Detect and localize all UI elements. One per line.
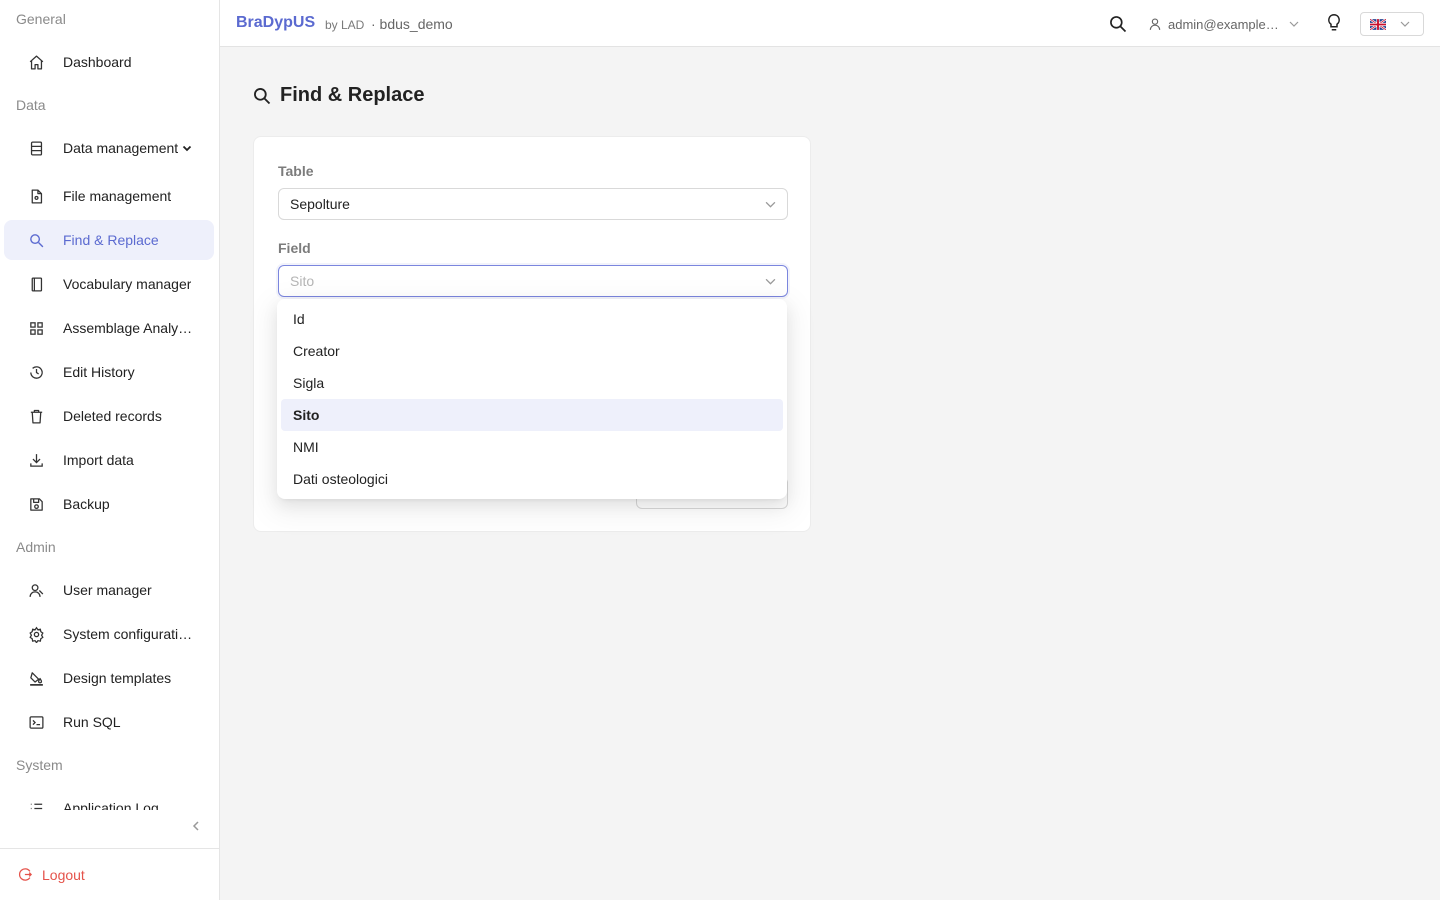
dropdown-option-dati-osteologici[interactable]: Dati osteologici <box>281 463 783 495</box>
sidebar-item-assemblage-analysis[interactable]: Assemblage Analy… <box>4 308 214 348</box>
chevron-left-icon <box>192 821 199 831</box>
field-select-placeholder: Sito <box>290 273 315 289</box>
search-icon <box>1110 16 1127 33</box>
sidebar-item-label: Data management <box>63 140 179 156</box>
user-manager-icon <box>26 580 46 600</box>
sidebar-item-label: Dashboard <box>63 54 132 70</box>
chevron-down-icon <box>182 143 192 153</box>
chevron-down-icon <box>765 278 776 285</box>
sidebar-item-label: User manager <box>63 582 152 598</box>
sidebar-item-find-replace[interactable]: Find & Replace <box>4 220 214 260</box>
table-label: Table <box>278 163 314 179</box>
top-header: BraDypUS by LAD · bdus_demo admin@exampl… <box>220 0 1440 47</box>
field-label: Field <box>278 240 311 256</box>
sidebar-item-label: File management <box>63 188 172 204</box>
sidebar-item-data-management[interactable]: Data management <box>4 128 214 168</box>
page-title-text: Find & Replace <box>280 84 425 106</box>
section-label-data: Data <box>16 97 46 113</box>
sidebar-item-dashboard[interactable]: Dashboard <box>4 42 214 82</box>
chevron-down-icon <box>765 201 776 208</box>
sidebar-item-label: Design templates <box>63 670 172 686</box>
user-menu[interactable]: admin@example… <box>1148 14 1299 34</box>
sidebar-item-label: Find & Replace <box>63 232 159 248</box>
sidebar-item-label: Vocabulary manager <box>63 276 192 292</box>
save-icon <box>26 494 46 514</box>
table-select-value: Sepolture <box>290 196 350 212</box>
home-icon <box>26 52 46 72</box>
dropdown-option-id[interactable]: Id <box>281 303 783 335</box>
grid-icon <box>26 318 46 338</box>
section-label-system: System <box>16 757 63 773</box>
section-label-admin: Admin <box>16 539 56 555</box>
page-title: Find & Replace <box>252 84 424 107</box>
dropdown-option-sigla[interactable]: Sigla <box>281 367 783 399</box>
search-icon <box>26 230 46 250</box>
sidebar-collapse-button[interactable] <box>186 816 206 836</box>
sidebar-item-deleted-records[interactable]: Deleted records <box>4 396 214 436</box>
sidebar-item-label: Edit History <box>63 364 135 380</box>
sidebar-item-run-sql[interactable]: Run SQL <box>4 702 214 742</box>
sidebar-item-label: Deleted records <box>63 408 162 424</box>
chevron-down-icon <box>1400 21 1410 27</box>
sidebar-scroll[interactable]: General Dashboard Data Data management F… <box>0 0 219 810</box>
dropdown-option-sito[interactable]: Sito <box>281 399 783 431</box>
sidebar-item-label: Backup <box>63 496 110 512</box>
search-icon <box>253 87 271 104</box>
sidebar-item-label: System configurati… <box>63 626 193 642</box>
paint-bucket-icon <box>26 668 46 688</box>
field-dropdown-menu: Id Creator Sigla Sito NMI Dati osteologi… <box>277 299 787 499</box>
sidebar-item-label: Run SQL <box>63 714 121 730</box>
list-icon <box>26 798 46 810</box>
uk-flag-icon <box>1370 18 1386 30</box>
user-name: admin@example… <box>1168 16 1279 32</box>
sidebar-item-vocabulary-manager[interactable]: Vocabulary manager <box>4 264 214 304</box>
trash-icon <box>26 406 46 426</box>
logout-label: Logout <box>42 866 85 883</box>
brand-byline: by LAD <box>325 18 365 32</box>
database-name: · bdus_demo <box>371 16 453 32</box>
logout-button[interactable]: Logout <box>0 848 219 900</box>
book-icon <box>26 274 46 294</box>
sidebar-item-import-data[interactable]: Import data <box>4 440 214 480</box>
sidebar-item-label: Import data <box>63 452 134 468</box>
database-icon <box>26 138 46 158</box>
sidebar-item-system-configuration[interactable]: System configurati… <box>4 614 214 654</box>
terminal-icon <box>26 712 46 732</box>
sidebar-item-design-templates[interactable]: Design templates <box>4 658 214 698</box>
logout-icon <box>19 868 33 881</box>
sidebar: General Dashboard Data Data management F… <box>0 0 220 900</box>
sidebar-item-application-log[interactable]: Application Log <box>4 788 214 810</box>
file-icon <box>26 186 46 206</box>
dropdown-option-creator[interactable]: Creator <box>281 335 783 367</box>
sidebar-item-label: Assemblage Analy… <box>63 320 193 336</box>
lightbulb-icon <box>1328 13 1340 31</box>
language-select[interactable] <box>1360 12 1424 36</box>
sidebar-item-label: Application Log <box>63 800 159 810</box>
field-select[interactable]: Sito <box>278 265 788 297</box>
clock-history-icon <box>26 362 46 382</box>
header-search-button[interactable] <box>1108 14 1128 34</box>
sidebar-item-backup[interactable]: Backup <box>4 484 214 524</box>
gear-icon <box>26 624 46 644</box>
app-brand[interactable]: BraDypUS <box>236 14 315 32</box>
chevron-down-icon <box>1289 21 1299 27</box>
user-icon <box>1149 18 1161 30</box>
download-icon <box>26 450 46 470</box>
table-select[interactable]: Sepolture <box>278 188 788 220</box>
sidebar-item-edit-history[interactable]: Edit History <box>4 352 214 392</box>
section-label-general: General <box>16 11 66 27</box>
sidebar-item-file-management[interactable]: File management <box>4 176 214 216</box>
sidebar-item-user-manager[interactable]: User manager <box>4 570 214 610</box>
dropdown-option-nmi[interactable]: NMI <box>281 431 783 463</box>
theme-toggle-button[interactable] <box>1325 13 1343 38</box>
